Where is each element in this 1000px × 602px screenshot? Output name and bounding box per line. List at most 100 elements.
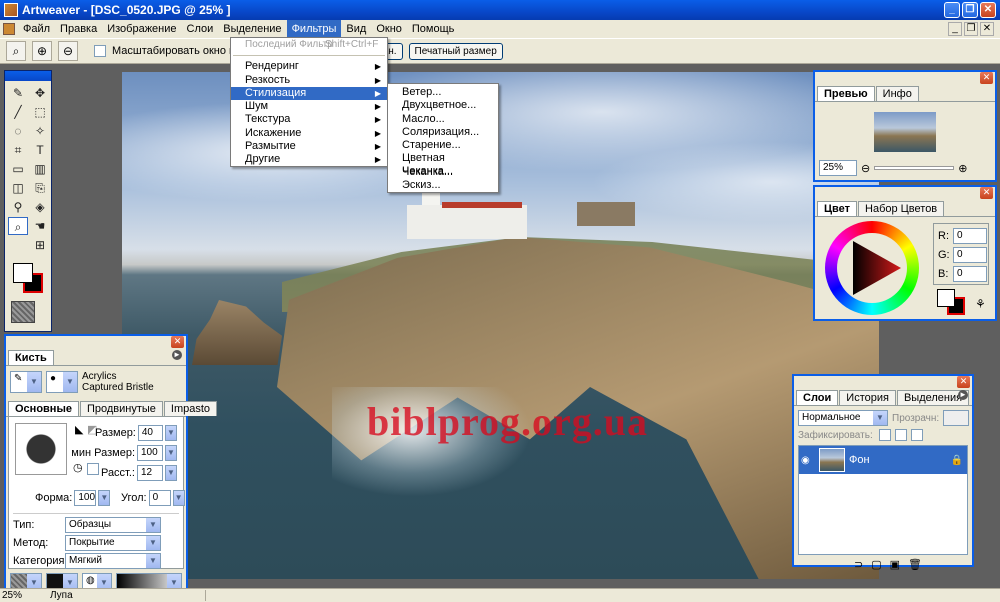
angle-input[interactable]: 0 xyxy=(148,490,171,506)
preview-zoom-in-icon[interactable]: ⊕ xyxy=(958,162,967,175)
filter-item-distort[interactable]: Искажение ▶ xyxy=(231,127,387,140)
size-input[interactable]: 40 xyxy=(137,425,164,441)
method-select[interactable]: Покрытие ▼ xyxy=(65,535,161,551)
stylize-item-solarize[interactable]: Соляризация... xyxy=(388,126,498,139)
tab-brush[interactable]: Кисть xyxy=(8,350,54,365)
doc-restore-icon[interactable]: ❐ xyxy=(964,22,978,36)
stylize-item-sketch[interactable]: Эскиз... xyxy=(388,179,498,192)
magic-wand-tool-icon[interactable]: ✧ xyxy=(30,122,50,140)
blue-input[interactable]: 0 xyxy=(953,265,987,282)
lock-pixels-checkbox[interactable] xyxy=(894,429,907,441)
line-tool-icon[interactable]: ╱ xyxy=(8,103,28,121)
crop-tool-icon[interactable]: ⌗ xyxy=(8,141,28,159)
doc-close-icon[interactable]: ✕ xyxy=(980,22,994,36)
print-size-button[interactable]: Печатный размер xyxy=(408,42,503,60)
rect-select-tool-icon[interactable]: ⬚ xyxy=(30,103,50,121)
tab-swatches[interactable]: Набор Цветов xyxy=(858,201,945,216)
spacing-input[interactable]: 12 xyxy=(137,465,163,481)
tab-basic[interactable]: Основные xyxy=(8,401,79,416)
preview-thumbnail[interactable] xyxy=(874,112,936,152)
color-options-icon[interactable]: ⚘ xyxy=(975,297,986,311)
color-swatches[interactable] xyxy=(13,263,49,293)
filter-item-blur[interactable]: Размытие ▶ xyxy=(231,140,387,153)
shape-arrow[interactable]: ▼ xyxy=(98,490,111,506)
color-wheel[interactable] xyxy=(825,221,919,315)
layer-visibility-eye-icon[interactable]: ◉ xyxy=(801,455,815,466)
close-icon[interactable]: ✕ xyxy=(980,2,996,18)
filter-item-other[interactable]: Другие ▶ xyxy=(231,153,387,166)
min-size-input[interactable]: 100 xyxy=(137,445,163,461)
angle-arrow[interactable]: ▼ xyxy=(172,490,185,506)
zoom-window-checkbox[interactable] xyxy=(94,45,106,57)
gradient-tool-icon[interactable]: ▥ xyxy=(30,160,50,178)
new-group-icon[interactable]: ▢ xyxy=(871,558,881,571)
layers-options-icon[interactable]: ► xyxy=(958,390,968,400)
color-triangle[interactable] xyxy=(839,235,905,301)
filter-item-render[interactable]: Рендеринг ▶ xyxy=(231,60,387,73)
tab-advanced[interactable]: Продвинутые xyxy=(79,401,163,416)
foreground-color-swatch[interactable] xyxy=(13,263,33,283)
preview-zoom-field[interactable]: 25% xyxy=(819,160,857,176)
menu-layers[interactable]: Слои xyxy=(182,20,219,38)
clone-tool-icon[interactable]: ⎘ xyxy=(30,179,50,197)
type-select[interactable]: Образцы ▼ xyxy=(65,517,161,533)
minimize-icon[interactable]: _ xyxy=(944,2,960,18)
link-layer-icon[interactable]: ⊃ xyxy=(854,558,863,571)
last-filter-item[interactable]: Последний Фильтр Shift+Ctrl+F xyxy=(231,38,387,51)
panel-close-icon[interactable]: ✕ xyxy=(171,336,184,348)
brush-options-icon[interactable]: ► xyxy=(172,350,182,360)
panel-close-icon[interactable]: ✕ xyxy=(980,72,993,84)
brush-category-select[interactable]: ✎ ▼ xyxy=(10,371,42,393)
stylize-item-oil[interactable]: Масло... xyxy=(388,113,498,126)
lasso-tool-icon[interactable]: ◌ xyxy=(8,122,28,140)
panel-fg-swatch[interactable] xyxy=(937,289,955,307)
zoom-out-icon[interactable]: ⊖ xyxy=(58,41,78,61)
lock-position-checkbox[interactable] xyxy=(910,429,923,441)
hand-tool-icon[interactable]: ☚ xyxy=(30,217,50,235)
rectangle-shape-icon[interactable]: ▭ xyxy=(8,160,28,178)
stylize-item-aging[interactable]: Старение... xyxy=(388,139,498,152)
brush-variant-select[interactable]: ● ▼ xyxy=(46,371,78,393)
menu-window[interactable]: Окно xyxy=(371,20,407,38)
grid-tool-icon[interactable]: ⊞ xyxy=(30,236,50,254)
doc-minimize-icon[interactable]: _ xyxy=(948,22,962,36)
stylize-item-wind[interactable]: Ветер... xyxy=(388,86,498,99)
red-input[interactable]: 0 xyxy=(953,227,987,244)
tab-layers[interactable]: Слои xyxy=(796,390,839,405)
texture-swatch[interactable] xyxy=(11,301,35,323)
tab-history[interactable]: История xyxy=(839,390,896,405)
move-tool-icon[interactable]: ✥ xyxy=(30,84,50,102)
stylize-item-color-emboss[interactable]: Цветная Чеканка... xyxy=(388,152,498,177)
menu-view[interactable]: Вид xyxy=(341,20,371,38)
text-tool-icon[interactable]: T xyxy=(30,141,50,159)
menu-edit[interactable]: Правка xyxy=(55,20,102,38)
eraser-tool-icon[interactable]: ◫ xyxy=(8,179,28,197)
zoom-in-icon[interactable]: ⊕ xyxy=(32,41,52,61)
stylize-item-duotone[interactable]: Двухцветное... xyxy=(388,99,498,112)
tab-preview[interactable]: Превью xyxy=(817,86,875,101)
green-input[interactable]: 0 xyxy=(953,246,987,263)
tab-info[interactable]: Инфо xyxy=(875,86,919,101)
brush-shape-icon[interactable]: ◣ xyxy=(75,423,83,436)
lock-transparency-checkbox[interactable] xyxy=(878,429,891,441)
tab-impasto[interactable]: Impasto xyxy=(163,401,218,416)
delete-layer-icon[interactable]: 🗑 xyxy=(908,558,922,571)
preview-zoom-out-icon[interactable]: ⊖ xyxy=(861,162,870,175)
zoom-tool-icon[interactable]: ⌕ xyxy=(8,217,28,235)
filter-item-sharpen[interactable]: Резкость ▶ xyxy=(231,74,387,87)
shape-input[interactable]: 100 xyxy=(74,490,97,506)
stylize-item-emboss[interactable]: Чеканка... xyxy=(388,166,498,179)
min-size-arrow[interactable]: ▼ xyxy=(165,445,177,461)
fill-tool-icon[interactable]: ◈ xyxy=(30,198,50,216)
document-icon[interactable] xyxy=(3,23,15,35)
menu-image[interactable]: Изображение xyxy=(102,20,181,38)
preview-zoom-slider[interactable] xyxy=(874,166,955,170)
spacing-arrow[interactable]: ▼ xyxy=(165,465,177,481)
menu-filters[interactable]: Фильтры xyxy=(286,20,342,38)
tab-color[interactable]: Цвет xyxy=(817,201,858,216)
menu-file[interactable]: Файл xyxy=(18,20,55,38)
maximize-icon[interactable]: ❐ xyxy=(962,2,978,18)
size-arrow[interactable]: ▼ xyxy=(165,425,177,441)
brush-option-checkbox[interactable] xyxy=(87,463,99,475)
menu-help[interactable]: Помощь xyxy=(407,20,460,38)
